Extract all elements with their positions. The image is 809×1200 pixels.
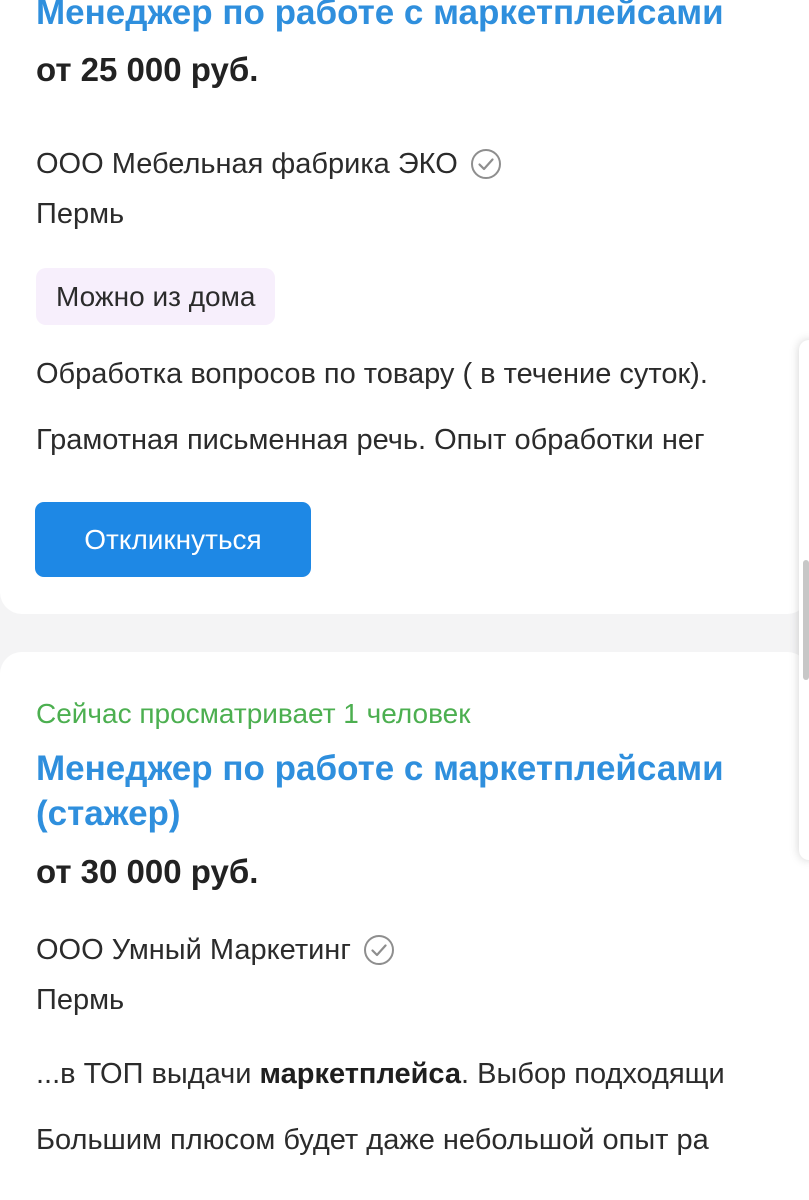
company-row: ООО Умный Маркетинг [36,932,395,968]
vacancy-title[interactable]: Менеджер по работе с маркетплейсами [36,0,724,35]
vacancy-card[interactable]: Менеджер по работе с маркетплейсами от 2… [0,0,809,614]
check-circle-icon [470,148,502,180]
company-row: ООО Мебельная фабрика ЭКО [36,146,502,182]
snippet-text: . Выбор подходящи [461,1058,725,1090]
scrollbar-thumb[interactable] [803,560,809,680]
vacancy-snippet-line: ...в ТОП выдачи маркетплейса. Выбор подх… [36,1056,725,1092]
vacancy-card[interactable]: Сейчас просматривает 1 человек Менеджер … [0,652,809,1200]
respond-button[interactable]: Откликнуться [35,502,311,577]
viewers-count-label: Сейчас просматривает 1 человек [36,698,471,729]
remote-work-tag: Можно из дома [36,268,276,325]
vacancy-list-screen: Менеджер по работе с маркетплейсами от 2… [0,0,809,1200]
vacancy-title-line: (стажер) [36,794,181,833]
vacancy-title[interactable]: Менеджер по работе с маркетплейсами (ста… [36,746,724,836]
vacancy-snippet-line: Обработка вопросов по товару ( в течение… [36,358,708,390]
snippet-highlight: маркетплейса [259,1058,462,1090]
vacancy-snippet-line: Грамотная письменная речь. Опыт обработк… [36,424,705,456]
vacancy-snippet-line: Большим плюсом будет даже небольшой опыт… [36,1124,709,1156]
vacancy-salary: от 30 000 руб. [36,853,259,890]
vacancy-city: Пермь [36,198,125,230]
company-name[interactable]: ООО Мебельная фабрика ЭКО [36,146,458,182]
snippet-text: ...в ТОП выдачи [36,1058,260,1090]
vacancy-city: Пермь [36,984,125,1016]
company-name[interactable]: ООО Умный Маркетинг [36,932,351,968]
vacancy-title-line: Менеджер по работе с маркетплейсами [36,749,724,788]
vacancy-salary: от 25 000 руб. [36,51,259,88]
check-circle-icon [363,934,395,966]
